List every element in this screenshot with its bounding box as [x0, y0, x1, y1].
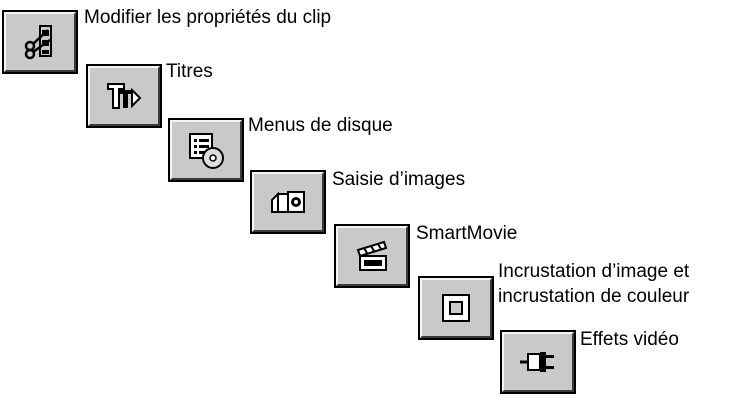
- video-effects-button[interactable]: [500, 330, 576, 394]
- clip-properties-button[interactable]: [2, 10, 78, 74]
- disc-menu-icon: [186, 130, 226, 170]
- scissors-clip-icon: [20, 22, 60, 62]
- camera-capture-icon: [268, 182, 308, 222]
- image-capture-button[interactable]: [250, 170, 326, 234]
- overlay-keying-button[interactable]: [418, 276, 494, 340]
- video-effects-label: Effets vidéo: [580, 329, 679, 350]
- titles-label: Titres: [166, 61, 213, 82]
- smartmovie-button[interactable]: [334, 224, 410, 288]
- picture-in-picture-icon: [436, 288, 476, 328]
- clapperboard-icon: [352, 236, 392, 276]
- image-capture-label: Saisie d’images: [332, 169, 466, 190]
- plug-effects-icon: [518, 342, 558, 382]
- clip-properties-label: Modifier les propriétés du clip: [84, 7, 332, 28]
- overlay-keying-label-line2: incrustation de couleur: [498, 286, 690, 307]
- disc-menus-button[interactable]: [168, 118, 244, 182]
- smartmovie-label: SmartMovie: [416, 223, 518, 244]
- title-text-icon: [104, 76, 144, 116]
- disc-menus-label: Menus de disque: [248, 115, 393, 136]
- titles-button[interactable]: [86, 64, 162, 128]
- overlay-keying-label-line1: Incrustation d’image et: [498, 261, 690, 282]
